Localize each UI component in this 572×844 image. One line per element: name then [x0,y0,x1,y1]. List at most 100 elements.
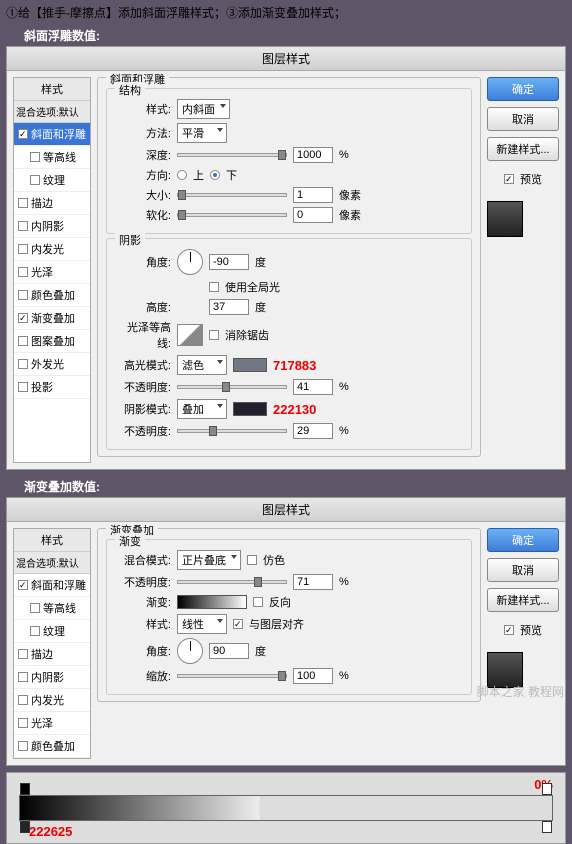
grad-label: 渐变: [115,594,171,610]
check-icon[interactable] [18,267,28,277]
cancel-button[interactable]: 取消 [487,558,559,582]
shadow-color[interactable] [233,402,267,416]
blend-select[interactable]: 正片叠底 [177,550,241,570]
check-icon[interactable] [18,290,28,300]
dither-check[interactable] [247,555,257,565]
style-satin[interactable]: 光泽 [14,261,90,284]
angle-dial[interactable] [177,249,203,275]
style-gradient-overlay[interactable]: 渐变叠加 [14,307,90,330]
check-icon[interactable] [18,221,28,231]
check-icon[interactable] [18,649,28,659]
style-color-overlay[interactable]: 颜色叠加 [14,284,90,307]
shadow-op-slider[interactable] [177,429,287,433]
style-texture[interactable]: 纹理 [14,169,90,192]
scale-slider[interactable] [177,674,287,678]
hilite-color[interactable] [233,358,267,372]
gradient-swatch[interactable] [177,595,247,609]
style-stroke[interactable]: 描边 [14,643,90,666]
check-icon[interactable] [30,603,40,613]
style-inner-glow[interactable]: 内发光 [14,238,90,261]
antialias-check[interactable] [209,330,219,340]
size-slider[interactable] [177,193,287,197]
opacity-slider[interactable] [177,580,287,584]
check-icon[interactable] [18,741,28,751]
check-icon[interactable] [18,129,28,139]
align-check[interactable] [233,619,243,629]
soften-input[interactable]: 0 [293,207,333,223]
check-icon[interactable] [18,382,28,392]
hilite-op-slider[interactable] [177,385,287,389]
grad-title: 渐变 [115,533,145,549]
opacity-stop-right[interactable] [542,783,552,795]
altitude-input[interactable]: 37 [209,299,249,315]
style-pattern-overlay[interactable]: 图案叠加 [14,330,90,353]
scale-input[interactable]: 100 [293,668,333,684]
style-select[interactable]: 内斜面 [177,99,230,119]
style-contour[interactable]: 等高线 [14,146,90,169]
new-style-button[interactable]: 新建样式... [487,588,559,612]
style-inner-shadow[interactable]: 内阴影 [14,215,90,238]
style-contour[interactable]: 等高线 [14,597,90,620]
gradient-bar[interactable] [19,795,553,821]
opacity-stop-left[interactable] [20,783,30,795]
shadow-op-input[interactable]: 29 [293,423,333,439]
preview-check[interactable] [504,625,514,635]
hilite-op-input[interactable]: 41 [293,379,333,395]
style-drop-shadow[interactable]: 投影 [14,376,90,399]
radio-up[interactable] [177,170,187,180]
preview-check[interactable] [504,174,514,184]
grad-group: 渐变叠加 渐变 混合模式:正片叠底仿色 不透明度:71% 渐变:反向 样式:线性… [97,528,481,702]
check-icon[interactable] [30,175,40,185]
style-outer-glow[interactable]: 外发光 [14,353,90,376]
angle-dial[interactable] [177,638,203,664]
ok-button[interactable]: 确定 [487,77,559,101]
method-select[interactable]: 平滑 [177,123,227,143]
check-icon[interactable] [18,313,28,323]
blend-default[interactable]: 混合选项:默认 [14,101,90,123]
style-bevel[interactable]: 斜面和浮雕 [14,574,90,597]
hilite-mode-select[interactable]: 滤色 [177,355,227,375]
check-icon[interactable] [18,580,28,590]
style-label: 样式: [115,101,171,117]
ok-button[interactable]: 确定 [487,528,559,552]
style-stroke[interactable]: 描边 [14,192,90,215]
reverse-check[interactable] [253,597,263,607]
check-icon[interactable] [30,152,40,162]
size-input[interactable]: 1 [293,187,333,203]
check-icon[interactable] [18,672,28,682]
style-color-overlay[interactable]: 颜色叠加 [14,735,90,758]
check-icon[interactable] [18,359,28,369]
styles-header[interactable]: 样式 [14,78,90,101]
cancel-button[interactable]: 取消 [487,107,559,131]
check-icon[interactable] [18,695,28,705]
shadow-mode-select[interactable]: 叠加 [177,399,227,419]
check-icon[interactable] [18,244,28,254]
styles-header[interactable]: 样式 [14,529,90,552]
check-icon[interactable] [30,626,40,636]
style-inner-shadow[interactable]: 内阴影 [14,666,90,689]
check-icon[interactable] [18,718,28,728]
style-inner-glow[interactable]: 内发光 [14,689,90,712]
grad-style-select[interactable]: 线性 [177,614,227,634]
radio-down[interactable] [210,170,220,180]
style-texture[interactable]: 纹理 [14,620,90,643]
depth-input[interactable]: 1000 [293,147,333,163]
opacity-input[interactable]: 71 [293,574,333,590]
style-bevel[interactable]: 斜面和浮雕 [14,123,90,146]
angle-input[interactable]: -90 [209,254,249,270]
check-icon[interactable] [18,336,28,346]
left-stop-annot: 222625 [29,824,72,839]
blend-default[interactable]: 混合选项:默认 [14,552,90,574]
check-icon[interactable] [18,198,28,208]
depth-slider[interactable] [177,153,287,157]
style-satin[interactable]: 光泽 [14,712,90,735]
soften-slider[interactable] [177,213,287,217]
new-style-button[interactable]: 新建样式... [487,137,559,161]
color-stop-right[interactable] [542,821,552,833]
angle-label: 角度: [115,643,171,659]
gloss-contour[interactable] [177,324,203,346]
angle-input[interactable]: 90 [209,643,249,659]
global-check[interactable] [209,282,219,292]
panel2-label: 渐变叠加数值: [0,476,572,497]
pixel: 像素 [339,207,361,223]
